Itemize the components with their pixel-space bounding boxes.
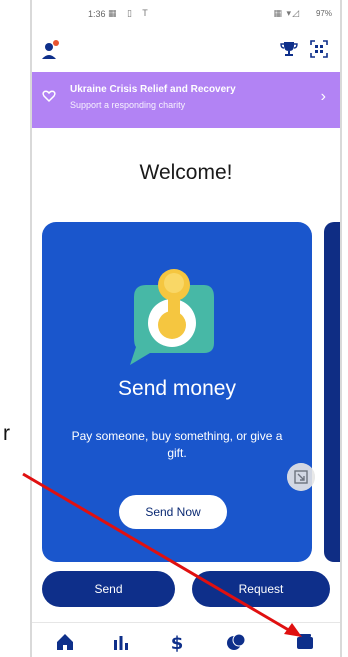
- card-description: Pay someone, buy something, or give a gi…: [71, 429, 283, 460]
- banner-subtitle: Support a responding charity: [70, 100, 186, 110]
- wallet-icon[interactable]: [294, 631, 316, 653]
- svg-text:$: $: [171, 633, 184, 653]
- top-bar: [32, 30, 340, 70]
- request-button[interactable]: Request: [192, 571, 330, 607]
- charity-banner[interactable]: Ukraine Crisis Relief and Recovery Suppo…: [32, 72, 340, 128]
- status-time: 1:36: [88, 9, 106, 19]
- banner-title: Ukraine Crisis Relief and Recovery: [70, 84, 236, 95]
- phone-screen: 1:36 ▦ ▯ T ▦ ▾◿ 97% Ukraine Crisis Relie…: [30, 0, 342, 657]
- send-button[interactable]: Send: [42, 571, 175, 607]
- qr-scan-icon[interactable]: [310, 40, 328, 58]
- speech-bubble-coin-icon: [130, 269, 214, 365]
- next-card-peek[interactable]: [324, 222, 340, 562]
- welcome-heading: Welcome!: [139, 161, 233, 184]
- trophy-icon[interactable]: [280, 40, 298, 58]
- crypto-icon[interactable]: [225, 631, 247, 653]
- expand-icon[interactable]: [287, 463, 315, 491]
- partial-letter: r: [3, 422, 10, 445]
- activity-chart-icon[interactable]: [110, 631, 132, 653]
- heart-icon: [42, 90, 56, 103]
- home-icon[interactable]: [54, 631, 76, 653]
- send-now-button[interactable]: Send Now: [119, 495, 227, 529]
- chevron-right-icon: ›: [320, 88, 326, 105]
- card-title: Send money: [118, 377, 236, 400]
- bottom-navigation: $: [32, 622, 340, 657]
- status-notification-icons: ▦ ▯ T: [108, 8, 152, 18]
- dollar-icon[interactable]: $: [166, 631, 188, 653]
- status-bar: 1:36 ▦ ▯ T ▦ ▾◿ 97%: [32, 0, 340, 30]
- status-signal-icons: ▦ ▾◿: [273, 8, 300, 18]
- status-battery: 97%: [315, 9, 332, 18]
- profile-avatar-icon[interactable]: [40, 38, 62, 62]
- send-money-card[interactable]: Send money Pay someone, buy something, o…: [42, 222, 312, 562]
